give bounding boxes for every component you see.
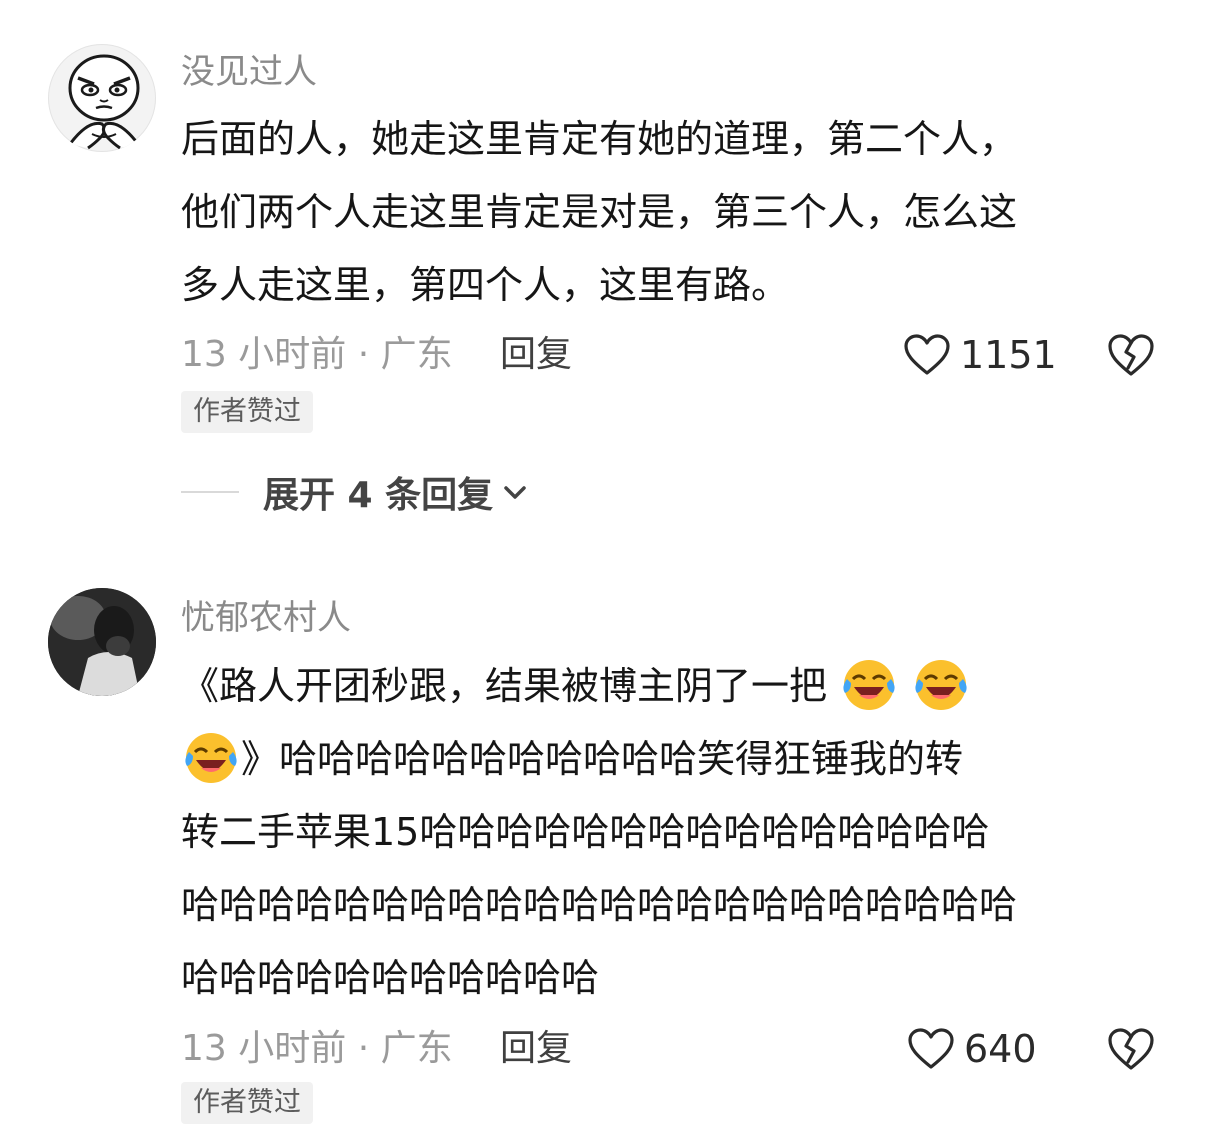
expand-replies-label: 展开 4 条回复	[263, 475, 494, 516]
broken-heart-icon	[1108, 334, 1154, 376]
broken-heart-icon	[1108, 1028, 1154, 1070]
comment-text-segment: 《路人开团秒跟，结果被博主阴了一把	[181, 664, 828, 708]
dislike-button[interactable]	[1106, 330, 1156, 380]
reply-button[interactable]: 回复	[500, 330, 572, 380]
divider-line	[181, 491, 239, 493]
user-avatar[interactable]	[48, 44, 156, 152]
heart-outline-icon	[908, 1028, 954, 1069]
laughing-crying-emoji-icon	[185, 733, 237, 783]
comment-text-line: 《路人开团秒跟，结果被博主阴了一把	[181, 650, 1171, 723]
like-count: 1151	[960, 333, 1057, 377]
laughing-crying-emoji-icon	[843, 660, 895, 710]
comment-text: 后面的人，她走这里肯定有她的道理，第二个人， 他们两个人走这里肯定是对是，第三个…	[181, 103, 1171, 322]
username[interactable]: 没见过人	[181, 44, 317, 93]
like-button[interactable]: 640	[908, 1024, 1037, 1074]
photo-avatar-icon	[48, 588, 156, 696]
user-avatar[interactable]	[48, 588, 156, 696]
heart-outline-icon	[904, 334, 950, 375]
time-location: 13 小时前 · 广东	[181, 1028, 453, 1069]
comment-text-segment: 》哈哈哈哈哈哈哈哈哈哈哈笑得狂锤我的转	[241, 737, 964, 781]
comment-text-line: 他们两个人走这里肯定是对是，第三个人，怎么这	[181, 190, 1018, 234]
comment-text-line: 后面的人，她走这里肯定有她的道理，第二个人，	[181, 117, 1018, 161]
comment-text-line: 哈哈哈哈哈哈哈哈哈哈哈	[181, 956, 600, 1000]
comment-text-line: 哈哈哈哈哈哈哈哈哈哈哈哈哈哈哈哈哈哈哈哈哈哈	[181, 883, 1018, 927]
comment-text-line: 多人走这里，第四个人，这里有路。	[181, 263, 790, 307]
reply-button[interactable]: 回复	[500, 1024, 572, 1074]
like-button[interactable]: 1151	[904, 330, 1057, 380]
time-location: 13 小时前 · 广东	[181, 334, 453, 375]
comment-text: 《路人开团秒跟，结果被博主阴了一把 》哈哈哈哈哈哈哈哈哈哈哈笑得狂锤我的转 转二…	[181, 650, 1171, 1015]
expand-replies-button[interactable]: 展开 4 条回复	[181, 468, 529, 516]
like-count: 640	[964, 1027, 1037, 1071]
rage-face-avatar-icon	[68, 54, 140, 150]
chevron-down-icon	[504, 486, 526, 499]
laughing-crying-emoji-icon	[915, 660, 967, 710]
dislike-button[interactable]	[1106, 1024, 1156, 1074]
username[interactable]: 忧郁农村人	[181, 590, 351, 639]
comment-text-line: 》哈哈哈哈哈哈哈哈哈哈哈笑得狂锤我的转	[181, 723, 1171, 796]
comment-text-line: 转二手苹果15哈哈哈哈哈哈哈哈哈哈哈哈哈哈哈	[181, 810, 990, 854]
author-liked-badge: 作者赞过	[181, 391, 313, 433]
